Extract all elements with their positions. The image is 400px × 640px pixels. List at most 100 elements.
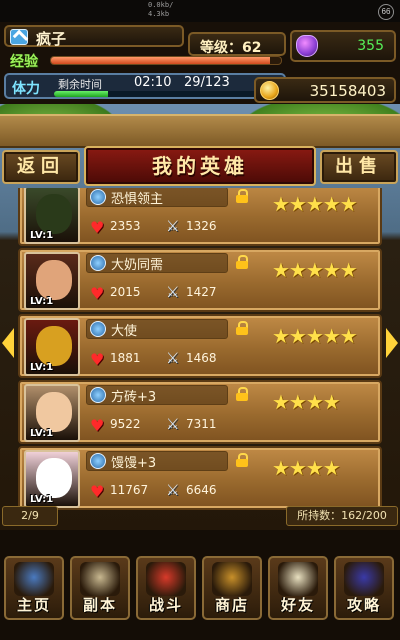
title-plate: 我的英雄 [84,146,316,186]
hero-level: LV:1 [30,428,54,439]
player-name-box[interactable]: 疯子 [4,25,184,48]
hero-name: 大奶同需 [111,258,164,273]
hero-stars: ★★★★★ [272,324,358,348]
hero-card[interactable]: LV:1 大使 ★★★★★ ♥ 1881 ⚔ 1468 [18,314,382,378]
lock-icon[interactable] [236,255,248,269]
stamina-bar [54,91,280,97]
class-badge-icon [90,387,106,403]
nav-house[interactable]: 主页 [4,556,64,620]
player-hud: 疯子 等级：62 经验 体力 剩余时间 02:10 29/123 355 351… [0,22,400,104]
heart-icon: ♥ [90,218,105,237]
page-title: 我的英雄 [152,154,248,178]
hero-name-plate: 馒馒+3 [86,451,228,471]
hero-card[interactable]: LV:1 馒馒+3 ★★★★ ♥ 11767 ⚔ 6646 [18,446,382,510]
hero-level: LV:1 [30,230,54,241]
hero-level: LV:1 [30,494,54,505]
heart-icon: ♥ [90,284,105,303]
hero-stars: ★★★★★ [272,258,358,282]
hero-name-plate: 方砖+3 [86,385,228,405]
hero-name-plate: 大使 [86,319,228,339]
shop-icon [212,562,252,596]
nav-wings[interactable]: 好友 [268,556,328,620]
next-page-arrow-icon[interactable] [384,328,398,358]
nav-target[interactable]: 战斗 [136,556,196,620]
hero-portrait[interactable]: LV:1 [24,252,80,310]
prev-page-arrow-icon[interactable] [2,328,16,358]
hero-attack: 6646 [186,483,217,497]
skull-icon [80,562,120,596]
heart-icon: ♥ [90,482,105,501]
nav-shop[interactable]: 商店 [202,556,262,620]
heart-icon: ♥ [90,416,105,435]
nav-label: 攻略 [346,596,381,614]
crossed-swords-icon: ⚔ [166,217,180,235]
hero-portrait[interactable]: LV:1 [24,384,80,442]
hero-card[interactable]: LV:1 大奶同需 ★★★★★ ♥ 2015 ⚔ 1427 [18,248,382,312]
nav-label: 主页 [16,596,51,614]
hero-card[interactable]: LV:1 恐惧领主 ★★★★★ ♥ 2353 ⚔ 1326 [18,188,382,246]
nav-wizard-hat[interactable]: 攻略 [334,556,394,620]
stamina-timer-label: 剩余时间 [58,78,102,91]
crossed-swords-icon: ⚔ [166,415,180,433]
hero-face [36,194,72,234]
wood-beam [0,114,400,148]
hero-portrait[interactable]: LV:1 [24,450,80,508]
hero-attack: 7311 [186,417,217,431]
hero-portrait[interactable]: LV:1 [24,318,80,376]
exp-label: 经验 [10,54,38,70]
stamina-box: 体力 剩余时间 02:10 29/123 [4,73,286,99]
status-bar: 0.0kb/ 4.3kb 66 [0,0,400,22]
house-icon [14,562,54,596]
hero-hp: 2353 [110,219,141,233]
hero-portrait[interactable]: LV:1 [24,188,80,244]
lock-icon[interactable] [236,387,248,401]
hero-hp: 11767 [110,483,149,497]
class-badge-icon [90,189,106,205]
net-up-speed: 0.0kb/ [148,1,174,9]
rank-chevron-icon [10,29,28,45]
gem-box[interactable]: 355 [290,30,396,62]
hero-name-plate: 恐惧领主 [86,188,228,207]
gem-icon [296,35,318,57]
network-speed: 0.0kb/ 4.3kb [148,1,173,19]
player-name: 疯子 [36,30,67,48]
gem-count: 355 [357,38,384,54]
stamina-timer: 02:10 [134,75,172,90]
hero-face [36,392,72,432]
wizard-hat-icon [344,562,384,596]
hero-attack: 1468 [186,351,217,365]
hero-stars: ★★★★★ [272,192,358,216]
net-down-speed: 4.3kb [148,10,170,18]
hero-face [36,458,72,498]
crossed-swords-icon: ⚔ [166,283,180,301]
lock-icon[interactable] [236,321,248,335]
back-button[interactable]: 返回 [2,150,80,184]
hero-stars: ★★★★ [272,390,341,414]
class-badge-icon [90,255,106,271]
hero-level: LV:1 [30,296,54,307]
class-badge-icon [90,321,106,337]
stamina-count: 29/123 [184,75,230,90]
stamina-label: 体力 [12,81,40,97]
hero-name: 馒馒+3 [111,456,157,471]
hero-face [36,326,72,366]
hero-hp: 2015 [110,285,141,299]
hero-capacity: 所持数：162/200 [286,506,398,526]
lock-icon[interactable] [236,189,248,203]
nav-label: 好友 [280,596,315,614]
battery-icon: 66 [378,4,394,20]
nav-skull[interactable]: 副本 [70,556,130,620]
hero-list[interactable]: LV:1 恐惧领主 ★★★★★ ♥ 2353 ⚔ 1326 LV:1 大奶同需 ★★★★★ ♥ 201… [18,188,382,510]
nav-label: 战斗 [148,596,183,614]
target-icon [146,562,186,596]
crossed-swords-icon: ⚔ [166,481,180,499]
stamina-bar-fill [54,91,109,97]
gold-count: 35158403 [309,82,386,100]
sell-button[interactable]: 出售 [320,150,398,184]
gold-coin-icon [260,81,279,100]
crossed-swords-icon: ⚔ [166,349,180,367]
hero-card[interactable]: LV:1 方砖+3 ★★★★ ♥ 9522 ⚔ 7311 [18,380,382,444]
nav-label: 副本 [82,596,117,614]
hero-name: 恐惧领主 [111,192,164,207]
lock-icon[interactable] [236,453,248,467]
